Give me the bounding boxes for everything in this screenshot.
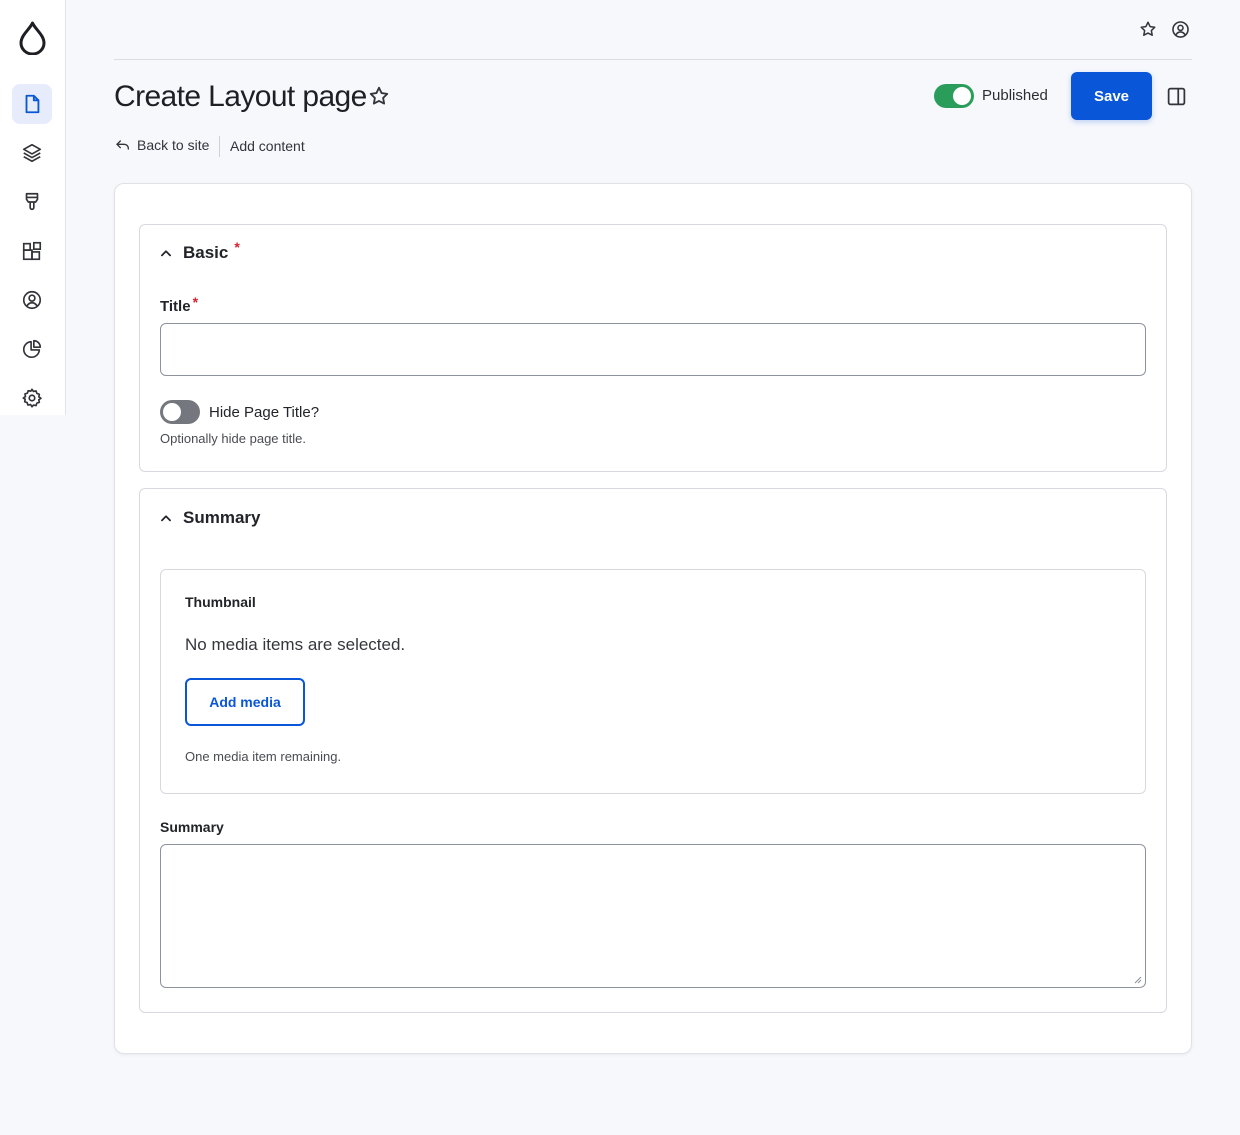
sidebar-item-reports[interactable]	[12, 329, 52, 369]
blocks-icon	[22, 241, 42, 261]
summary-section-title: Summary	[183, 508, 261, 527]
basic-section-title: Basic	[183, 243, 229, 262]
no-media-message: No media items are selected.	[185, 635, 406, 654]
sidebar-item-content[interactable]	[12, 84, 52, 124]
required-marker: *	[234, 239, 240, 255]
shortcuts-star-button[interactable]	[1138, 19, 1158, 39]
title-label-text: Title	[160, 298, 191, 315]
sidebar-item-extend[interactable]	[12, 231, 52, 271]
drupal-drop-icon[interactable]	[19, 21, 46, 55]
pie-chart-icon	[22, 339, 42, 359]
admin-sidebar	[0, 0, 66, 415]
star-icon	[1140, 21, 1156, 36]
resize-handle-icon[interactable]	[1134, 976, 1142, 984]
hide-page-title-label: Hide Page Title?	[209, 404, 320, 421]
content-page-icon	[25, 94, 40, 114]
summary-textarea[interactable]	[160, 844, 1146, 988]
star-icon[interactable]	[368, 85, 390, 107]
topbar-divider	[114, 59, 1192, 60]
hide-page-title-help: Optionally hide page title.	[160, 431, 306, 446]
basic-section-header[interactable]: Basic *	[159, 239, 240, 263]
add-media-button[interactable]: Add media	[185, 678, 305, 726]
account-button[interactable]	[1170, 19, 1190, 39]
user-circle-icon	[22, 290, 42, 310]
title-input[interactable]	[160, 323, 1146, 376]
published-label: Published	[982, 87, 1048, 104]
sidebar-item-appearance[interactable]	[12, 182, 52, 222]
back-to-site-link[interactable]: Back to site	[115, 137, 209, 153]
sidebar-item-configuration[interactable]	[12, 378, 52, 418]
layers-icon	[22, 143, 42, 163]
back-arrow-icon	[116, 140, 129, 150]
summary-field-label: Summary	[160, 819, 224, 835]
back-to-site-label: Back to site	[137, 137, 210, 153]
sidebar-panel-toggle-icon[interactable]	[1166, 86, 1187, 107]
required-marker: *	[192, 294, 199, 310]
account-icon	[1171, 20, 1189, 38]
sidebar-item-structure[interactable]	[12, 133, 52, 173]
chevron-up-icon	[161, 250, 171, 257]
page-title: Create Layout page	[114, 80, 367, 113]
paintbrush-icon	[25, 192, 39, 211]
gear-icon	[22, 388, 42, 408]
summary-section-header[interactable]: Summary	[159, 508, 260, 528]
hide-page-title-toggle[interactable]	[160, 400, 200, 424]
save-button[interactable]: Save	[1071, 72, 1152, 120]
published-toggle[interactable]	[934, 84, 974, 108]
add-content-link[interactable]: Add content	[230, 138, 305, 154]
media-remaining-text: One media item remaining.	[185, 749, 342, 764]
title-field-label: Title *	[160, 294, 198, 315]
breadcrumb-divider	[219, 136, 220, 157]
sidebar-item-people[interactable]	[12, 280, 52, 320]
chevron-up-icon	[161, 515, 171, 522]
thumbnail-label: Thumbnail	[185, 594, 256, 610]
